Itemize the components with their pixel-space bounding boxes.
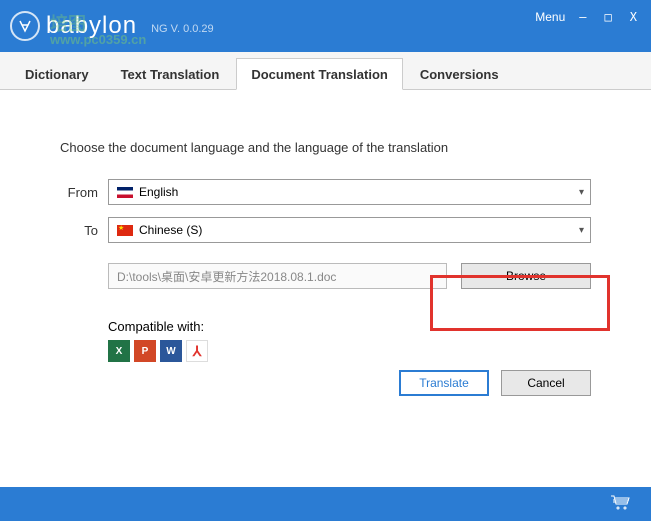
footer-bar [0,487,651,521]
app-name: babylon [46,12,137,40]
tab-bar: Dictionary Text Translation Document Tra… [0,52,651,90]
cn-flag-icon [117,225,133,236]
word-icon: W [160,340,182,362]
tab-text-translation[interactable]: Text Translation [106,58,235,89]
compatible-section: Compatible with: X P W ⅄ [108,319,591,362]
from-language-value: English [139,185,178,199]
to-language-select[interactable]: Chinese (S) ▾ [108,217,591,243]
restore-button[interactable]: □ [601,8,616,26]
file-path-input[interactable]: D:\tools\桌面\安卓更新方法2018.08.1.doc [108,263,447,289]
from-language-select[interactable]: English ▾ [108,179,591,205]
browse-button[interactable]: Browse [461,263,591,289]
excel-icon: X [108,340,130,362]
pdf-icon: ⅄ [186,340,208,362]
powerpoint-icon: P [134,340,156,362]
action-row: Translate Cancel [399,370,591,396]
logo-area: babylon NG V. 0.0.29 [10,11,214,41]
content-area: Choose the document language and the lan… [0,90,651,382]
to-label: To [60,223,108,238]
translate-button[interactable]: Translate [399,370,489,396]
from-row: From English ▾ [60,179,591,205]
cart-icon[interactable] [609,494,631,515]
cancel-button[interactable]: Cancel [501,370,591,396]
titlebar: babylon NG V. 0.0.29 培图 www.pc0359.cn Me… [0,0,651,52]
to-row: To Chinese (S) ▾ [60,217,591,243]
tab-document-translation[interactable]: Document Translation [236,58,403,90]
compatible-icons: X P W ⅄ [108,340,591,362]
file-path-value: D:\tools\桌面\安卓更新方法2018.08.1.doc [117,268,336,285]
instruction-text: Choose the document language and the lan… [60,140,591,155]
chevron-down-icon: ▾ [579,187,584,198]
minimize-button[interactable]: — [575,8,590,26]
tab-dictionary[interactable]: Dictionary [10,58,104,89]
file-row: D:\tools\桌面\安卓更新方法2018.08.1.doc Browse [108,263,591,289]
uk-flag-icon [117,187,133,198]
window-controls: Menu — □ X [535,8,641,26]
to-language-value: Chinese (S) [139,223,202,237]
from-label: From [60,185,108,200]
tab-conversions[interactable]: Conversions [405,58,514,89]
app-logo-icon [10,11,40,41]
compatible-label: Compatible with: [108,319,591,334]
menu-button[interactable]: Menu [535,10,565,24]
chevron-down-icon: ▾ [579,225,584,236]
close-button[interactable]: X [626,8,641,26]
app-version: NG V. 0.0.29 [151,23,214,35]
